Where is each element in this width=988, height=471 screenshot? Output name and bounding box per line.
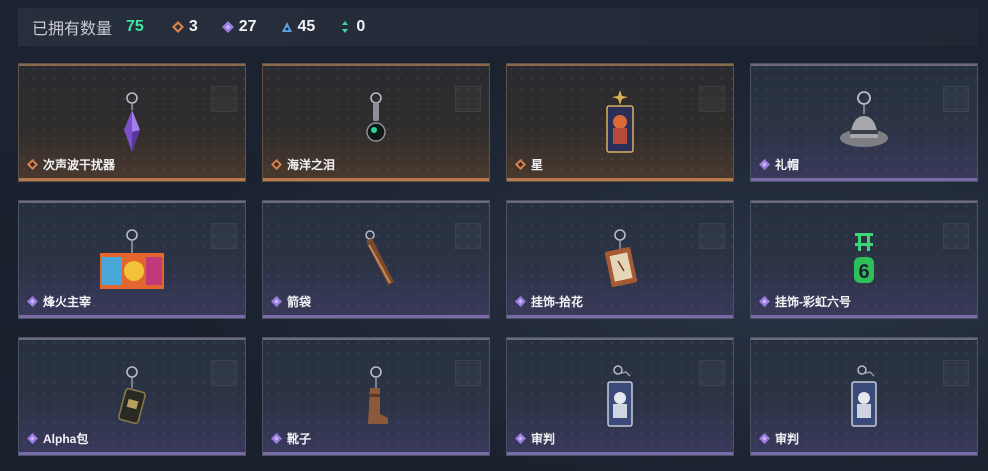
stat-value: 27 xyxy=(238,18,257,35)
orange-rarity-icon xyxy=(27,159,38,170)
owned-count: 75 xyxy=(126,18,144,35)
charm-card[interactable]: 烽火主宰 xyxy=(18,200,246,319)
owned-label: 已拥有数量 xyxy=(32,21,113,38)
item-name-row: Alpha包 xyxy=(27,430,88,447)
stat-value: 0 xyxy=(356,18,366,35)
purple-rarity-icon xyxy=(759,296,770,307)
purple-rarity-icon xyxy=(27,296,38,307)
charm-card[interactable]: 审判 xyxy=(506,337,734,456)
boot-charm-icon xyxy=(336,364,416,434)
orange-diamond-icon xyxy=(171,21,184,33)
item-name-row: 箭袋 xyxy=(271,293,311,310)
item-name-row: 星 xyxy=(515,156,543,173)
item-name-row: 海洋之泪 xyxy=(271,156,335,173)
charm-card[interactable]: 次声波干扰器 xyxy=(18,63,246,182)
quiver-charm-icon xyxy=(336,227,416,297)
dark-gem-charm-icon xyxy=(336,90,416,160)
charm-card[interactable]: Alpha包 xyxy=(18,337,246,456)
stat-value: 3 xyxy=(188,18,198,35)
pack-charm-icon xyxy=(92,364,172,434)
item-name: 次声波干扰器 xyxy=(43,158,116,172)
charm-card[interactable]: 礼帽 xyxy=(750,63,978,182)
item-name-row: 烽火主宰 xyxy=(27,293,91,310)
item-name: 审判 xyxy=(775,432,800,446)
stat-blue: 45 xyxy=(281,18,316,36)
item-name-row: 挂饰-拾花 xyxy=(515,293,583,310)
item-name: 烽火主宰 xyxy=(43,295,92,309)
item-name-row: 审判 xyxy=(759,430,799,447)
item-name: 审判 xyxy=(531,432,556,446)
charm-card[interactable]: 海洋之泪 xyxy=(262,63,490,182)
item-name: 挂饰-拾花 xyxy=(531,295,583,309)
charm-card[interactable]: 箭袋 xyxy=(262,200,490,319)
tarot-judgement-charm-icon xyxy=(580,364,660,434)
purple-rarity-icon xyxy=(759,159,770,170)
purple-rarity-icon xyxy=(759,433,770,444)
orange-rarity-icon xyxy=(515,159,526,170)
six-logo-charm-icon: 6 xyxy=(824,227,904,297)
charm-card[interactable]: 挂饰-拾花 xyxy=(506,200,734,319)
charm-card[interactable]: 6 挂饰-彩虹六号 xyxy=(750,200,978,319)
tarot-star-charm-icon xyxy=(580,90,660,160)
tarot-judgement-charm-icon xyxy=(824,364,904,434)
item-name: 海洋之泪 xyxy=(287,158,336,172)
purple-rarity-icon xyxy=(271,296,282,307)
charm-card[interactable]: 靴子 xyxy=(262,337,490,456)
stat-purple: 27 xyxy=(221,18,257,36)
orange-rarity-icon xyxy=(271,159,282,170)
purple-rarity-icon xyxy=(515,433,526,444)
item-name: 礼帽 xyxy=(775,158,800,172)
item-name: 挂饰-彩虹六号 xyxy=(775,295,851,309)
collection-header: 已拥有数量 75 3 27 45 0 xyxy=(18,8,978,46)
stat-orange: 3 xyxy=(171,18,198,36)
stat-green: 0 xyxy=(339,18,365,36)
item-name-row: 礼帽 xyxy=(759,156,799,173)
charm-grid: 次声波干扰器 海洋之泪 星 礼帽 烽火主宰 箭袋 挂饰-拾花 6 挂饰-彩虹六号… xyxy=(18,63,980,456)
purple-crystal-charm-icon xyxy=(92,90,172,160)
hat-charm-icon xyxy=(824,90,904,160)
item-name-row: 靴子 xyxy=(271,430,311,447)
item-name: 箭袋 xyxy=(287,295,312,309)
item-name: 星 xyxy=(531,158,544,172)
item-name: Alpha包 xyxy=(43,432,89,446)
green-arrows-icon xyxy=(342,21,349,33)
svg-text:6: 6 xyxy=(858,261,869,283)
item-name: 靴子 xyxy=(287,432,312,446)
stat-value: 45 xyxy=(297,18,316,35)
flower-card-charm-icon xyxy=(580,227,660,297)
blue-triangle-icon xyxy=(281,22,292,32)
purple-rarity-icon xyxy=(27,433,38,444)
purple-rarity-icon xyxy=(271,433,282,444)
charm-card[interactable]: 审判 xyxy=(750,337,978,456)
item-name-row: 审判 xyxy=(515,430,555,447)
graffiti-plate-charm-icon xyxy=(92,227,172,297)
item-name-row: 挂饰-彩虹六号 xyxy=(759,293,851,310)
purple-rarity-icon xyxy=(515,296,526,307)
item-name-row: 次声波干扰器 xyxy=(27,156,115,173)
charm-card[interactable]: 星 xyxy=(506,63,734,182)
purple-diamond-icon xyxy=(221,21,234,33)
